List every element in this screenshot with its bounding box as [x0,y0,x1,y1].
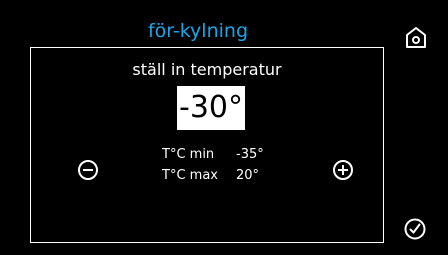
screen-title: för-kylning [147,20,249,42]
confirm-button[interactable] [404,218,426,240]
limit-min-value: -35° [236,147,264,162]
temperature-limits: T°C min -35° T°C max 20° [162,144,272,186]
minus-circle-icon [83,169,93,171]
limit-row-min: T°C min -35° [162,144,272,165]
limit-max-label: T°C max [162,168,218,183]
increase-button[interactable] [333,160,353,180]
limit-row-max: T°C max 20° [162,165,272,186]
temperature-panel: ställ in temperatur -30° T°C min -35° T°… [30,47,384,243]
decrease-button[interactable] [78,160,98,180]
check-circle-icon [404,218,426,240]
limit-max-value: 20° [236,168,260,183]
home-button[interactable] [404,25,428,49]
home-icon [406,27,426,48]
limit-min-label: T°C min [162,147,215,162]
panel-subtitle: ställ in temperatur [132,60,282,79]
temperature-value[interactable]: -30° [177,86,245,130]
plus-vertical-bar [342,165,344,175]
